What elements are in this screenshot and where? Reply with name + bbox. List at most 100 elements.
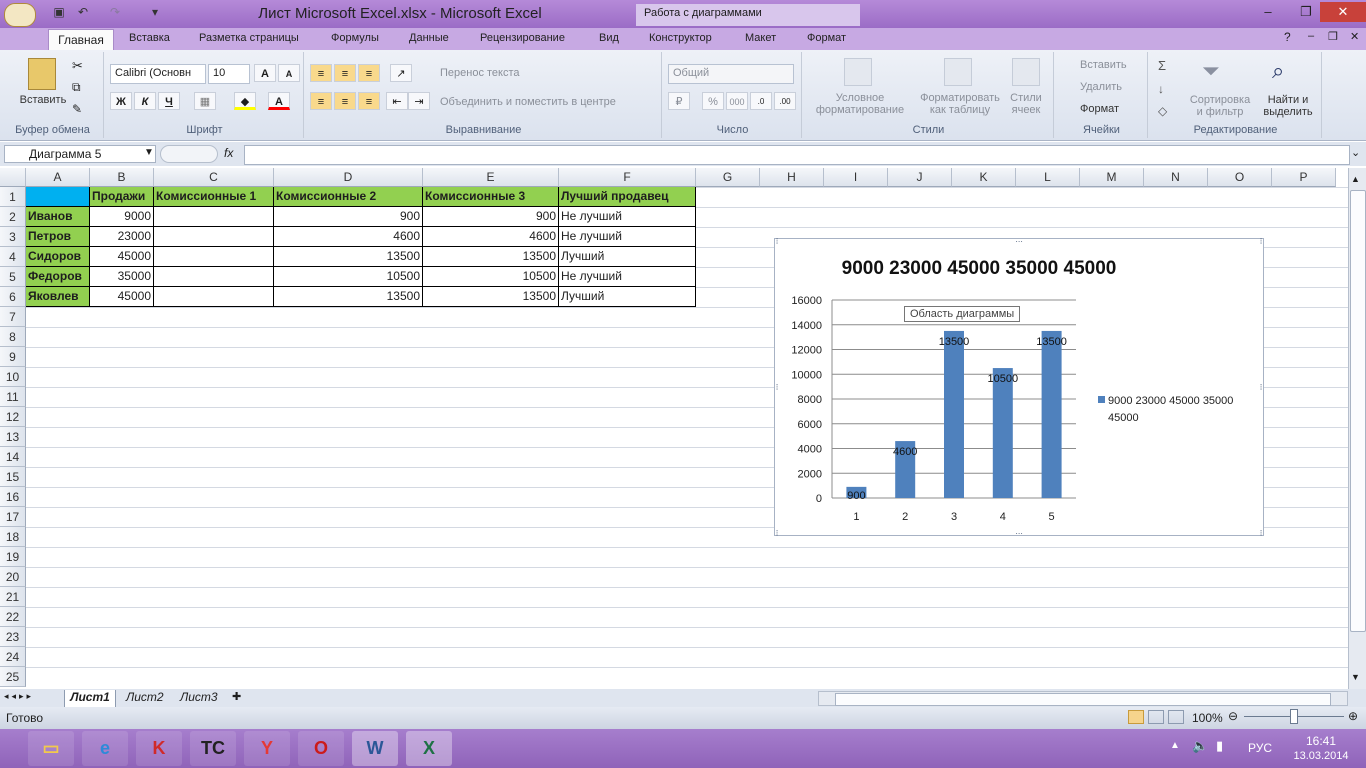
percent-button[interactable]: % <box>702 92 724 110</box>
row-header-7[interactable]: 7 <box>0 307 26 327</box>
yandex-browser-icon[interactable]: Y <box>244 731 290 766</box>
horizontal-scrollbar[interactable] <box>818 691 1348 706</box>
cell-c1[interactable]: Комиссионные 1 <box>154 187 274 207</box>
borders-icon[interactable]: ▦ <box>194 92 216 110</box>
column-header-a[interactable]: A <box>26 168 90 187</box>
tab-formulas[interactable]: Формулы <box>331 32 379 44</box>
cell-f5[interactable]: Не лучший <box>559 267 696 287</box>
language-indicator[interactable]: РУС <box>1248 741 1272 755</box>
increase-indent-icon[interactable]: ⇥ <box>408 92 430 110</box>
column-header-i[interactable]: I <box>824 168 888 187</box>
column-header-f[interactable]: F <box>559 168 696 187</box>
tab-layout[interactable]: Макет <box>745 32 776 44</box>
chart-plot[interactable]: 9000 23000 45000 35000 45000 0 2000 4000 600… <box>774 238 1264 536</box>
scroll-up-icon[interactable]: ▲ <box>1351 174 1360 184</box>
format-painter-icon[interactable]: ✎ <box>72 102 82 116</box>
accounting-format-icon[interactable]: ₽ <box>668 92 690 110</box>
align-top-icon[interactable]: ≡ <box>310 64 332 82</box>
align-center-icon[interactable]: ≡ <box>334 92 356 110</box>
cell-d5[interactable]: 10500 <box>274 267 423 287</box>
row-header-1[interactable]: 1 <box>0 187 26 207</box>
paste-button[interactable]: Вставить <box>8 94 78 106</box>
column-header-m[interactable]: M <box>1080 168 1144 187</box>
row-header-2[interactable]: 2 <box>0 207 26 227</box>
column-header-j[interactable]: J <box>888 168 952 187</box>
align-bottom-icon[interactable]: ≡ <box>358 64 380 82</box>
cell-d1[interactable]: Комиссионные 2 <box>274 187 423 207</box>
excel-icon[interactable]: X <box>406 731 452 766</box>
cell-a4[interactable]: Сидоров <box>26 247 90 267</box>
column-header-l[interactable]: L <box>1016 168 1080 187</box>
conditional-formatting-button[interactable]: Условное форматирование <box>808 92 912 116</box>
cell-c6[interactable] <box>154 287 274 307</box>
tab-data[interactable]: Данные <box>409 32 449 44</box>
wrap-text-button[interactable]: Перенос текста <box>440 67 520 79</box>
tab-design[interactable]: Конструктор <box>649 32 712 44</box>
vertical-scroll-thumb[interactable] <box>1350 190 1366 632</box>
sheet-tab-3[interactable]: Лист3 <box>180 690 218 704</box>
ribbon-close-icon[interactable]: ✕ <box>1350 30 1359 43</box>
row-header-17[interactable]: 17 <box>0 507 26 527</box>
row-header-12[interactable]: 12 <box>0 407 26 427</box>
row-header-13[interactable]: 13 <box>0 427 26 447</box>
cell-f6[interactable]: Лучший <box>559 287 696 307</box>
column-header-e[interactable]: E <box>423 168 559 187</box>
cell-d3[interactable]: 4600 <box>274 227 423 247</box>
insert-function-button[interactable]: fx <box>224 146 233 160</box>
row-header-5[interactable]: 5 <box>0 267 26 287</box>
find-select-button[interactable]: Найти и выделить <box>1258 94 1318 118</box>
scroll-down-icon[interactable]: ▼ <box>1351 672 1360 682</box>
grow-font-icon[interactable]: A <box>254 64 276 82</box>
cell-a5[interactable]: Федоров <box>26 267 90 287</box>
cell-f2[interactable]: Не лучший <box>559 207 696 227</box>
increase-decimal-icon[interactable]: .0 <box>750 92 772 110</box>
copy-icon[interactable]: ⧉ <box>72 80 81 95</box>
row-header-24[interactable]: 24 <box>0 647 26 667</box>
row-header-16[interactable]: 16 <box>0 487 26 507</box>
horizontal-scroll-thumb[interactable] <box>835 693 1331 706</box>
decrease-decimal-icon[interactable]: .00 <box>774 92 796 110</box>
select-all-corner[interactable] <box>0 168 26 187</box>
number-format-select[interactable]: Общий <box>668 64 794 84</box>
cell-styles-button[interactable]: Стили ячеек <box>1004 92 1048 116</box>
cell-a6[interactable]: Яковлев <box>26 287 90 307</box>
cell-c3[interactable] <box>154 227 274 247</box>
cell-a2[interactable]: Иванов <box>26 207 90 227</box>
opera-icon[interactable]: O <box>298 731 344 766</box>
format-cells-button[interactable]: Формат <box>1080 103 1119 115</box>
zoom-level[interactable]: 100% <box>1192 711 1223 725</box>
cell-b4[interactable]: 45000 <box>90 247 154 267</box>
cell-b6[interactable]: 45000 <box>90 287 154 307</box>
cell-c4[interactable] <box>154 247 274 267</box>
tab-format[interactable]: Формат <box>807 32 846 44</box>
font-name-select[interactable]: Calibri (Основн <box>110 64 206 84</box>
cell-e3[interactable]: 4600 <box>423 227 559 247</box>
font-size-select[interactable]: 10 <box>208 64 250 84</box>
cell-b2[interactable]: 9000 <box>90 207 154 227</box>
tab-view[interactable]: Вид <box>599 32 619 44</box>
fill-icon[interactable]: ↓ <box>1158 82 1164 96</box>
close-button[interactable]: ✕ <box>1320 2 1366 22</box>
font-color-icon[interactable]: A <box>268 92 290 110</box>
cut-icon[interactable]: ✂ <box>72 58 83 74</box>
row-header-25[interactable]: 25 <box>0 667 26 687</box>
name-box[interactable]: Диаграмма 5 <box>4 145 156 163</box>
tab-page-layout[interactable]: Разметка страницы <box>199 32 299 44</box>
row-header-8[interactable]: 8 <box>0 327 26 347</box>
cell-d4[interactable]: 13500 <box>274 247 423 267</box>
thousands-button[interactable]: 000 <box>726 92 748 110</box>
row-header-20[interactable]: 20 <box>0 567 26 587</box>
cell-b1[interactable]: Продажи <box>90 187 154 207</box>
cell-c5[interactable] <box>154 267 274 287</box>
align-left-icon[interactable]: ≡ <box>310 92 332 110</box>
row-header-15[interactable]: 15 <box>0 467 26 487</box>
column-header-o[interactable]: O <box>1208 168 1272 187</box>
column-header-k[interactable]: K <box>952 168 1016 187</box>
sheet-tab-2[interactable]: Лист2 <box>126 690 164 704</box>
name-box-dropdown-icon[interactable]: ▼ <box>144 147 154 158</box>
sheet-nav-arrows-icon[interactable]: ◂◂▸▸ <box>4 691 34 702</box>
network-icon[interactable]: ▮ <box>1216 738 1223 754</box>
row-header-22[interactable]: 22 <box>0 607 26 627</box>
volume-icon[interactable]: 🔈 <box>1192 738 1208 754</box>
autosum-icon[interactable]: Σ <box>1158 58 1166 73</box>
